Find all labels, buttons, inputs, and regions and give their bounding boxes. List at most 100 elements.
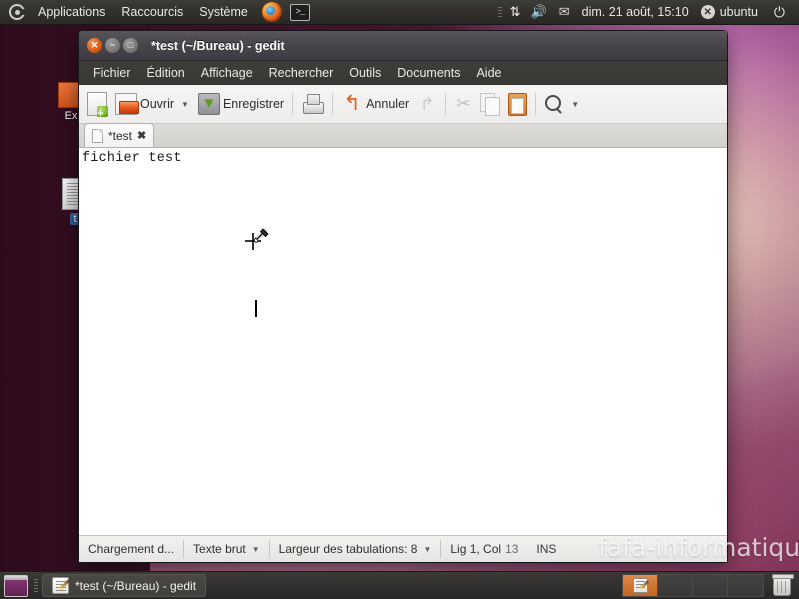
ubuntu-logo-icon[interactable] [8,3,26,21]
taskbar: *test (~/Bureau) - gedit [0,571,799,599]
session-indicator[interactable]: ✕ ubuntu [695,0,764,24]
clipboard-paste-icon [508,92,528,116]
firefox-icon[interactable] [261,2,282,22]
window-minimize-button[interactable]: − [105,38,120,53]
power-indicator[interactable]: ⏻ [764,0,791,24]
copy-icon [480,93,501,116]
search-button[interactable] [540,89,568,120]
tab-label: *test [108,128,133,143]
user-name-label: ubuntu [719,5,758,19]
workspace-3[interactable] [693,575,728,596]
editor-text: fichier test [82,151,182,166]
open-dropdown-arrow-icon[interactable]: ▼ [181,100,189,109]
paste-button[interactable] [504,89,531,120]
gedit-icon [632,578,648,593]
panel-grip-icon [497,6,502,18]
redo-button: ↱ [413,89,441,120]
status-cursor-position: Lig 1, Col 13 [441,536,527,562]
gedit-window: ✕ − □ *test (~/Bureau) - gedit Fichier É… [78,30,728,563]
redo-arrow-icon: ↱ [419,94,435,114]
text-caret [255,300,257,317]
workspace-switcher[interactable] [622,574,764,597]
save-button-label: Enregistrer [222,97,285,111]
open-button-label: Ouvrir [140,97,175,111]
toolbar-separator [535,93,537,115]
tab-close-icon[interactable]: ✖ [137,129,146,142]
search-dropdown-arrow-icon[interactable]: ▼ [571,100,579,109]
status-loading: Chargement d... [88,542,175,556]
mail-icon: ✉ [558,4,570,19]
status-tab-width-selector[interactable]: Largeur des tabulations: 8 ▼ [270,536,441,562]
panel-menu-raccourcis[interactable]: Raccourcis [113,0,191,24]
menu-aide[interactable]: Aide [468,61,509,85]
panel-menu-applications[interactable]: Applications [30,0,113,24]
open-button[interactable]: Ouvrir [111,89,178,120]
window-maximize-button[interactable]: □ [123,38,138,53]
top-panel: Applications Raccourcis Système >_ ⇅ 🔊 ✉… [0,0,799,25]
toolbar-separator [445,93,447,115]
status-tab-width-label: Largeur des tabulations: 8 [278,542,418,556]
cut-button: ✂ [450,89,476,120]
scissors-icon: ✂ [456,94,471,113]
status-syntax-selector[interactable]: Texte brut ▼ [184,536,269,562]
window-titlebar[interactable]: ✕ − □ *test (~/Bureau) - gedit [79,31,727,61]
volume-indicator[interactable]: 🔊 [525,0,553,24]
search-icon [544,94,564,114]
undo-button-label: Annuler [366,97,410,111]
menu-rechercher[interactable]: Rechercher [261,61,342,85]
gedit-icon [52,577,69,594]
network-icon: ⇅ [509,4,521,19]
toolbar-separator [332,93,334,115]
tab-strip: *test ✖ [79,123,727,148]
network-indicator[interactable]: ⇅ [504,0,525,24]
window-close-button[interactable]: ✕ [87,38,102,53]
new-document-button[interactable] [83,89,111,120]
volume-icon: 🔊 [530,4,547,19]
taskbar-window-label: *test (~/Bureau) - gedit [75,578,197,593]
tab-test[interactable]: *test ✖ [84,123,155,147]
terminal-icon[interactable]: >_ [289,3,310,21]
window-title: *test (~/Bureau) - gedit [151,38,285,53]
undo-button[interactable]: ↰ Annuler [337,89,413,120]
panel-menu-systeme[interactable]: Système [191,0,256,24]
new-document-icon [87,92,108,120]
text-editor-area[interactable]: fichier test [79,148,727,536]
status-position-prefix: Lig 1, Col [450,542,502,556]
menu-documents[interactable]: Documents [389,61,468,85]
taskbar-window-button-gedit[interactable]: *test (~/Bureau) - gedit [42,574,207,597]
show-desktop-button[interactable] [4,574,28,597]
status-syntax-label: Texte brut [193,542,246,556]
chevron-down-icon: ▼ [251,544,260,554]
menu-affichage[interactable]: Affichage [193,61,261,85]
menubar: Fichier Édition Affichage Rechercher Out… [79,61,727,85]
user-status-icon: ✕ [700,5,715,19]
save-disk-icon [197,93,220,115]
panel-left-section: Applications Raccourcis Système >_ [0,0,310,24]
open-folder-icon [115,93,139,115]
chevron-down-icon: ▼ [423,544,432,554]
undo-arrow-icon: ↰ [343,92,361,115]
taskbar-right-section [622,573,795,597]
menu-edition[interactable]: Édition [139,61,193,85]
status-position-value: 13 [505,542,519,556]
menu-fichier[interactable]: Fichier [85,61,139,85]
copy-button [476,89,504,120]
watermark-text: fafa-informatique [598,533,799,562]
toolbar-separator [292,93,294,115]
menu-outils[interactable]: Outils [341,61,389,85]
messaging-indicator[interactable]: ✉ [553,0,576,24]
panel-indicator-section: ⇅ 🔊 ✉ dim. 21 août, 15:10 ✕ ubuntu ⏻ [497,0,799,24]
power-icon: ⏻ [773,3,785,20]
toolbar: Ouvrir ▼ Enregistrer ↰ Annuler ↱ ✂ [79,85,727,124]
file-icon [92,128,103,143]
trash-icon[interactable] [772,573,794,596]
workspace-1[interactable] [623,575,658,596]
workspace-2[interactable] [658,575,693,596]
workspace-4[interactable] [728,575,763,596]
save-button[interactable]: Enregistrer [194,89,288,120]
clock-indicator[interactable]: dim. 21 août, 15:10 [576,0,695,24]
printer-icon [301,93,325,115]
taskbar-grip-icon [34,578,38,593]
print-button[interactable] [297,89,328,120]
status-insert-mode: INS [536,542,557,556]
